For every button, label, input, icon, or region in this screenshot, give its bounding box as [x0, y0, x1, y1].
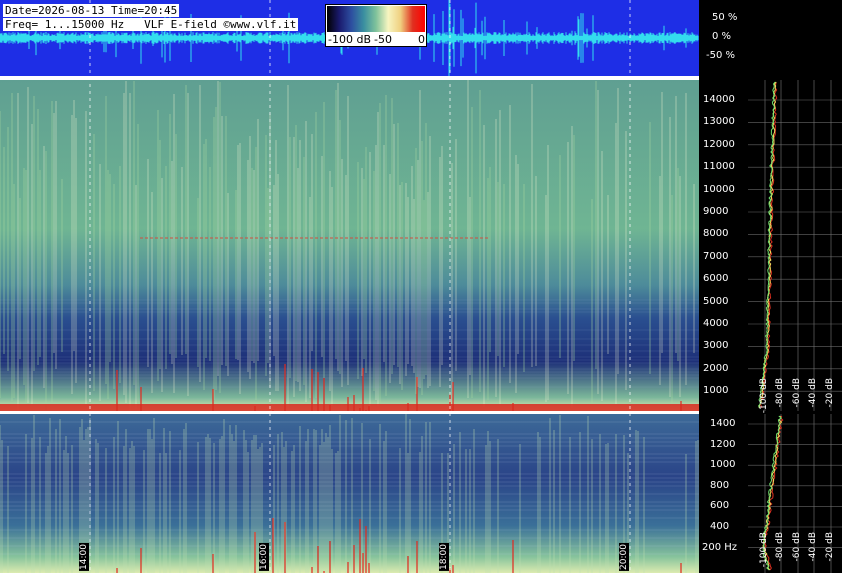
freq-tick-top-4000: 4000 [703, 318, 729, 329]
freq-tick-top-10000: 10000 [703, 183, 735, 195]
freq-tick-top-9000: 9000 [703, 206, 729, 217]
freq-tick-bot-1: 1200 [710, 438, 736, 450]
freq-tick-bot-0: 1400 [710, 418, 736, 429]
waveform-label-plus50: 50 % [712, 12, 738, 23]
spectrum-db-label-top-100: -100 dB [759, 378, 769, 414]
freq-tick-top-2000: 2000 [703, 362, 729, 374]
freq-tick-bot-3: 800 [710, 479, 730, 491]
freq-tick-top-7000: 7000 [703, 250, 729, 262]
freq-tick-bot-6: 200 Hz [702, 541, 738, 553]
spectrum-db-label-bot-40: -40 dB [808, 532, 818, 562]
spectrum-db-label-top-80: -80 dB [775, 378, 785, 408]
spectrum-db-label-top-40: -40 dB [808, 378, 818, 408]
freq-tick-top-14000: 14000 [703, 94, 735, 105]
time-label-2000: 20:00 [619, 543, 629, 571]
separator-band-lower [0, 411, 700, 414]
spectrogram-upper [0, 80, 699, 411]
colorbar-label-max: 0 [418, 33, 425, 46]
colorbar-label-mid: -50 [374, 33, 392, 46]
waveform-label-minus50: -50 % [706, 50, 736, 61]
waveform-label-zero: 0 % [712, 31, 732, 42]
time-label-1600: 16:00 [259, 543, 269, 571]
spectrum-db-label-bot-20: -20 dB [825, 532, 835, 562]
spectrum-db-label-bot-80: -80 dB [775, 532, 785, 562]
freq-tick-top-3000: 3000 [703, 340, 729, 352]
spectrum-db-label-bot-60: -60 dB [792, 532, 802, 562]
spectrum-db-label-bot-100: -100 dB [759, 532, 769, 568]
freq-tick-bot-5: 400 [710, 521, 730, 532]
freq-tick-top-5000: 5000 [703, 295, 729, 307]
freq-tick-top-13000: 13000 [703, 116, 735, 128]
time-label-1800: 18:00 [439, 543, 449, 571]
spectrum-db-label-top-20: -20 dB [825, 378, 835, 408]
spectrum-db-label-top-60: -60 dB [792, 378, 802, 408]
vlf-spectrogram-display: Date=2026-08-13 Time=20:45 Freq= 1...150… [0, 0, 842, 573]
frequency-range-label: Freq= 1...15000 Hz VLF E-field ©www.vlf.… [3, 18, 299, 31]
freq-tick-top-1000: 1000 [703, 385, 729, 397]
separator-band-upper [0, 76, 700, 80]
colorbar-label-min: -100 dB [328, 33, 371, 46]
freq-tick-top-12000: 12000 [703, 138, 735, 150]
colorbar: -100 dB -50 0 [325, 4, 427, 47]
freq-tick-bot-2: 1000 [710, 459, 736, 471]
colorbar-gradient [327, 6, 425, 32]
freq-tick-top-11000: 11000 [703, 161, 735, 173]
freq-tick-bot-4: 600 [710, 500, 730, 512]
date-time-label: Date=2026-08-13 Time=20:45 [3, 4, 180, 17]
freq-tick-top-8000: 8000 [703, 228, 729, 240]
freq-tick-top-6000: 6000 [703, 273, 729, 285]
time-label-1400: 14:00 [79, 543, 89, 571]
spectrogram-red-baseline [0, 404, 699, 411]
